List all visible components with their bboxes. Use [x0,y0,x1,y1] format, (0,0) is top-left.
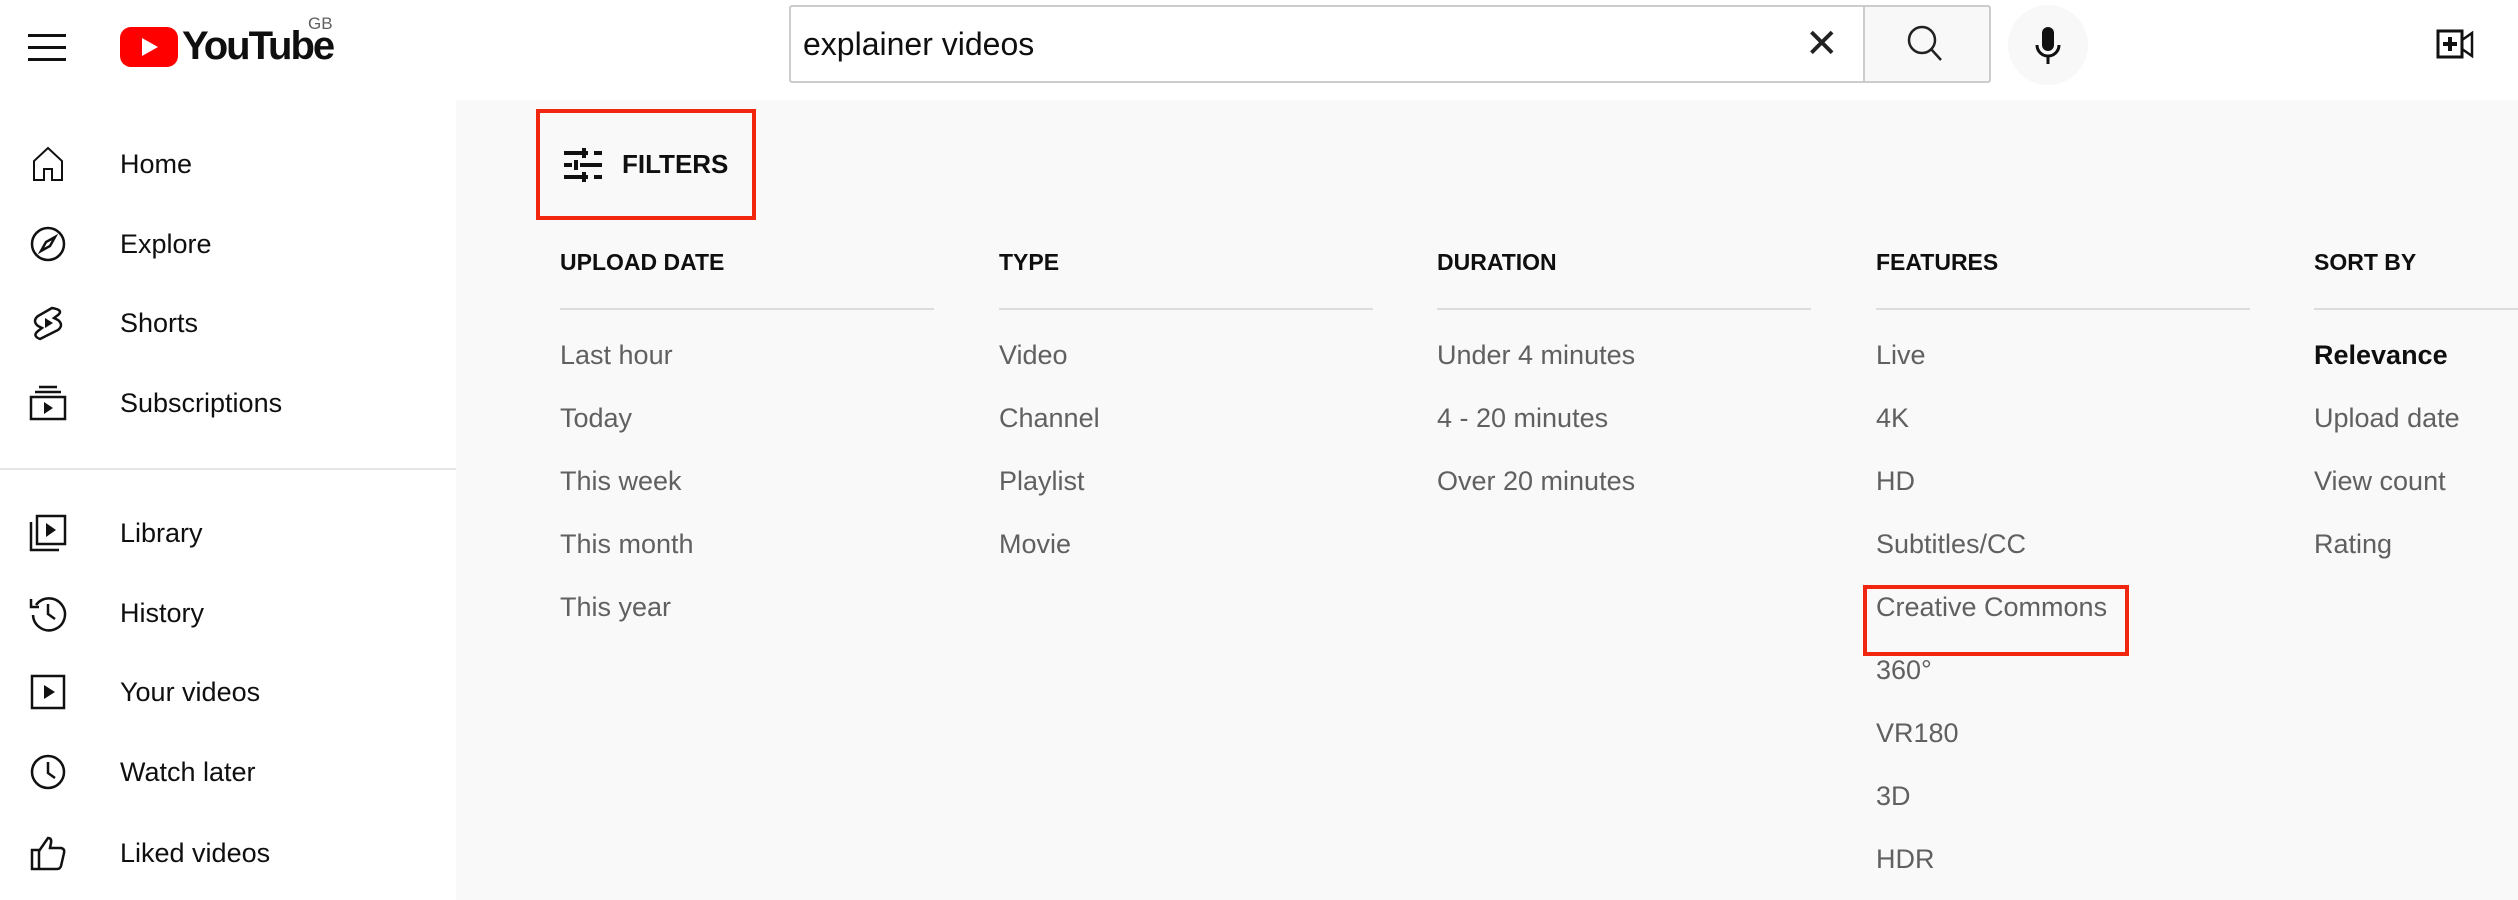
filter-option[interactable]: Channel [999,387,1373,450]
filter-option[interactable]: Under 4 minutes [1437,324,1811,387]
filter-option[interactable]: This month [560,513,934,576]
filter-option[interactable]: This year [560,576,934,639]
filter-option[interactable]: 4 - 20 minutes [1437,387,1811,450]
filter-option[interactable]: HD [1876,450,2250,513]
clock-icon [30,754,66,790]
filter-option[interactable]: Video [999,324,1373,387]
search-button[interactable] [1863,5,1991,83]
create-video-icon[interactable] [2436,28,2480,62]
filter-option[interactable]: Last hour [560,324,934,387]
clear-icon[interactable]: ✕ [1805,24,1839,64]
sidebar-item-label: Your videos [120,676,261,707]
voice-search-button[interactable] [2008,5,2088,85]
filter-option[interactable]: View count [2314,450,2518,513]
sidebar-item-your-videos[interactable]: Your videos [0,660,456,724]
sidebar-item-explore[interactable]: Explore [0,212,456,276]
top-bar: YouTube GB explainer videos ✕ [0,0,2518,100]
sidebar: Home Explore Shorts Subscriptions Librar… [0,100,456,900]
sidebar-item-library[interactable]: Library [0,501,456,565]
sliders-icon [564,147,602,182]
search-input[interactable]: explainer videos [789,5,1864,83]
divider [1876,308,2250,310]
play-icon [30,674,66,710]
filter-group-duration: DURATION Under 4 minutes 4 - 20 minutes Ove… [1437,248,1811,513]
thumb-up-icon [30,836,66,871]
filter-option[interactable]: Playlist [999,450,1373,513]
filter-option[interactable]: Subtitles/CC [1876,513,2250,576]
filter-option[interactable]: Over 20 minutes [1437,450,1811,513]
sidebar-item-label: History [120,597,205,628]
region-label: GB [308,14,333,33]
sidebar-item-label: Watch later [120,756,256,787]
sidebar-item-label: Subscriptions [120,387,283,418]
filter-option[interactable]: Rating [2314,513,2518,576]
sidebar-item-subscriptions[interactable]: Subscriptions [0,371,456,435]
filter-option[interactable]: Live [1876,324,2250,387]
filter-option[interactable]: Today [560,387,934,450]
youtube-play-icon [120,26,178,67]
divider [560,308,934,310]
filter-group-type: TYPE Video Channel Playlist Movie [999,248,1373,576]
history-icon [29,597,67,632]
sidebar-divider [0,468,456,470]
filters-button[interactable]: FILTERS [536,109,756,220]
sidebar-item-label: Explore [120,228,212,259]
filter-option[interactable]: HDR [1876,828,2250,891]
sidebar-item-history[interactable]: History [0,581,456,645]
sidebar-item-liked-videos[interactable]: Liked videos [0,821,456,885]
creative-commons-highlight [1863,585,2129,656]
divider [999,308,1373,310]
filter-option[interactable]: 3D [1876,765,2250,828]
filter-option[interactable]: Relevance [2314,324,2518,387]
filter-group-title: FEATURES [1876,249,1999,275]
sidebar-item-label: Home [120,148,193,179]
filter-group-title: TYPE [999,249,1060,275]
sidebar-item-label: Library [120,517,203,548]
menu-icon[interactable] [28,26,68,66]
shorts-icon [33,306,63,341]
filter-group-upload-date: UPLOAD DATE Last hour Today This week This m… [560,248,934,639]
filter-option[interactable]: This week [560,450,934,513]
divider [1437,308,1811,310]
sidebar-item-label: Liked videos [120,837,271,868]
compass-icon [30,226,66,262]
divider [2314,308,2518,310]
filter-group-features: FEATURES Live 4K HD Subtitles/CC Creative Com… [1876,248,2250,891]
library-icon [29,514,67,552]
filter-group-title: UPLOAD DATE [560,249,725,275]
home-icon [33,146,63,181]
sidebar-item-watch-later[interactable]: Watch later [0,740,456,804]
search-value: explainer videos [803,25,1035,62]
sidebar-item-label: Shorts [120,307,199,338]
youtube-logo[interactable]: YouTube [120,24,335,69]
subscriptions-icon [29,385,67,421]
filters-label: FILTERS [622,149,729,179]
filter-option[interactable]: VR180 [1876,702,2250,765]
mic-icon [2035,27,2061,64]
filter-option[interactable]: Upload date [2314,387,2518,450]
search-icon [1907,25,1942,61]
filter-group-sort-by: SORT BY Relevance Upload date View count Rat… [2314,248,2518,576]
filter-option[interactable]: Movie [999,513,1373,576]
filter-option[interactable]: 4K [1876,387,2250,450]
filter-group-title: DURATION [1437,249,1557,275]
sidebar-item-home[interactable]: Home [0,132,456,196]
sidebar-item-shorts[interactable]: Shorts [0,291,456,355]
filter-group-title: SORT BY [2314,249,2417,275]
